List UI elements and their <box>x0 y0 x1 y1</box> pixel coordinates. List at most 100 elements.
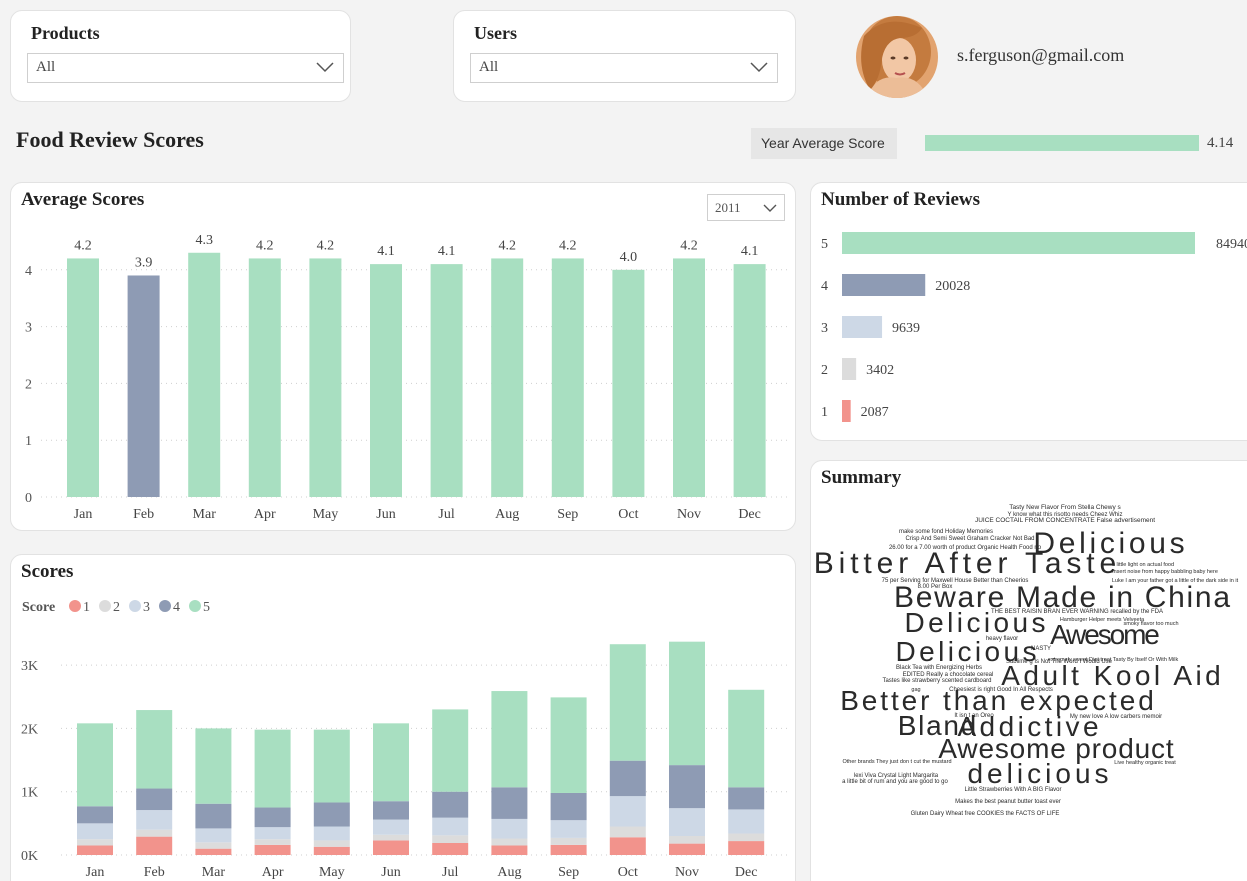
bar <box>842 358 857 380</box>
x-tick-label: Mar <box>193 507 217 522</box>
bar-segment <box>373 801 409 820</box>
x-tick-label: Mar <box>202 865 226 880</box>
summary-card: Summary Tasty New Flavor From Stella Che… <box>810 460 1247 881</box>
data-label: 84940 <box>1216 237 1247 252</box>
word-cloud-term: a little light on actual food <box>1112 562 1174 568</box>
legend-marker <box>189 600 201 612</box>
avatar-image <box>856 16 938 98</box>
y-tick-label: 1 <box>25 434 32 449</box>
legend-marker <box>99 600 111 612</box>
x-tick-label: Apr <box>254 507 276 522</box>
bar <box>188 252 221 497</box>
x-tick-label: Jan <box>86 865 105 880</box>
scores-card: Scores Score 1 2 3 4 5 0K 1K 2K 3K Jan Feb Mar Apr May… <box>10 554 796 881</box>
products-filter-card: Products All <box>10 10 351 102</box>
word-cloud-term: Bitter After Taste <box>814 547 1116 580</box>
data-label: 4.3 <box>195 233 213 248</box>
data-label: 4.1 <box>741 244 759 259</box>
users-filter-label: Users <box>474 23 517 43</box>
bar-segment <box>373 840 409 855</box>
legend-label: 1 <box>83 600 90 615</box>
bar-segment <box>609 796 646 827</box>
bar <box>842 400 851 422</box>
word-cloud-term: Black Tea with Energizing Herbs <box>896 665 982 671</box>
bar-segment <box>373 834 409 841</box>
bar-segment <box>432 791 469 818</box>
bar-segment <box>313 840 350 847</box>
bar-segment <box>136 788 173 811</box>
y-tick-label: 4 <box>821 279 828 294</box>
bar-segment <box>550 844 587 855</box>
bar <box>491 258 524 497</box>
products-filter-label: Products <box>31 23 100 43</box>
bar-segment <box>728 809 765 834</box>
word-cloud-term: Gluten Dairy Wheat free COOKIES the FACT… <box>911 811 1060 817</box>
bar-segment <box>432 817 469 836</box>
data-label: 4.2 <box>680 238 698 253</box>
avatar[interactable] <box>856 16 938 98</box>
bar-segment <box>728 833 765 842</box>
x-tick-label: Aug <box>495 507 519 522</box>
bar-segment <box>550 697 587 793</box>
bar-segment <box>669 765 705 809</box>
bar <box>430 264 463 497</box>
data-label: 4.0 <box>620 250 638 265</box>
bar-segment <box>254 839 291 845</box>
word-cloud-term: Tastes like strawberry scented cardboard <box>882 678 991 684</box>
bar-segment <box>550 792 587 821</box>
y-tick-label: 5 <box>821 237 828 252</box>
y-tick-label: 3 <box>821 321 828 336</box>
data-label: 3.9 <box>135 255 153 270</box>
bar-segment <box>669 843 705 855</box>
bar-segment <box>77 823 113 840</box>
products-select-value: All <box>36 59 56 75</box>
x-tick-label: May <box>319 865 345 880</box>
bar-segment <box>491 838 528 846</box>
x-tick-label: Dec <box>735 865 758 880</box>
chevron-down-icon <box>316 62 334 73</box>
word-cloud-term: Insert noise from happy babbling baby he… <box>1112 569 1218 575</box>
bar-segment <box>432 709 469 792</box>
number-of-reviews-chart: 5 84940 4 20028 3 9639 2 3402 1 2087 <box>821 232 1247 422</box>
products-select[interactable]: All <box>27 53 344 83</box>
data-label: 2087 <box>861 405 889 420</box>
y-tick-label: 2 <box>821 363 828 378</box>
bar <box>248 258 281 497</box>
x-tick-label: Jun <box>376 507 395 522</box>
data-label: 4.2 <box>74 238 92 253</box>
word-cloud-term: Other brands They just don t cut the mus… <box>842 759 951 765</box>
x-tick-label: Jun <box>381 865 400 880</box>
page-title: Food Review Scores <box>16 127 204 152</box>
data-label: 4.1 <box>438 244 456 259</box>
bar-segment <box>669 808 705 837</box>
y-tick-label: 0 <box>25 491 32 506</box>
bar-segment <box>136 810 173 830</box>
word-cloud-term: delicious <box>967 758 1108 789</box>
bar-segment <box>77 839 113 846</box>
bar-segment <box>254 729 291 808</box>
bar <box>127 275 160 497</box>
x-tick-label: Sep <box>557 507 578 522</box>
y-tick-label: 1K <box>21 786 38 801</box>
x-tick-label: Jan <box>74 507 93 522</box>
bar-segment <box>313 802 350 827</box>
bar-segment <box>136 829 173 837</box>
bar <box>842 232 1195 254</box>
bar-segment <box>77 806 113 824</box>
data-label: 9639 <box>892 321 920 336</box>
bar <box>842 274 926 296</box>
data-label: 3402 <box>866 363 894 378</box>
bar-segment <box>609 837 646 855</box>
bar-segment <box>195 848 232 855</box>
summary-word-cloud: Tasty New Flavor From Stella Chewy sY kn… <box>814 504 1239 817</box>
x-tick-label: Feb <box>133 507 154 522</box>
bar-segment <box>491 691 528 788</box>
word-cloud-term: Crisp And Semi Sweet Graham Cracker Not … <box>905 536 1034 542</box>
bar <box>612 269 645 497</box>
word-cloud-term: make some fond Holiday Memories <box>899 529 993 535</box>
x-tick-label: Oct <box>618 865 638 880</box>
users-select[interactable]: All <box>470 53 778 83</box>
legend-marker <box>69 600 81 612</box>
legend-marker <box>129 600 141 612</box>
bar-segment <box>609 644 646 761</box>
